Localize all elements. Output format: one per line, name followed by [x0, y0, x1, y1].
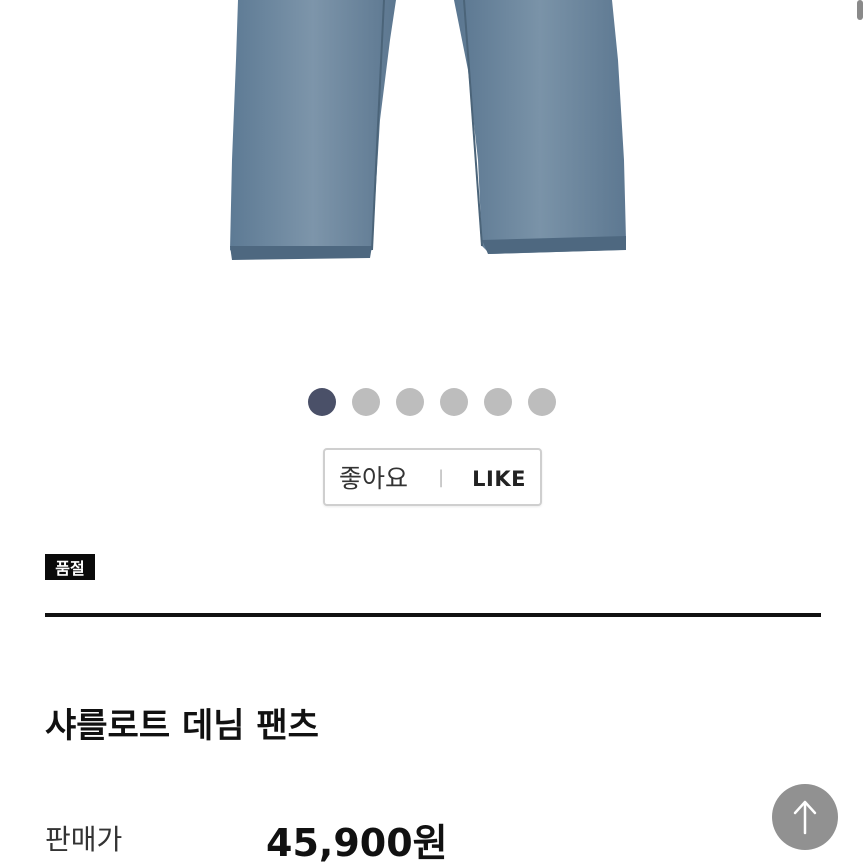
scroll-to-top-button[interactable] — [772, 784, 838, 850]
soldout-badge: 품절 — [45, 554, 95, 580]
gallery-dot-6[interactable] — [528, 388, 556, 416]
arrow-up-icon — [793, 800, 817, 835]
gallery-dot-5[interactable] — [484, 388, 512, 416]
gallery-dot-1[interactable] — [308, 388, 336, 416]
gallery-pagination — [308, 388, 556, 416]
scrollbar-thumb[interactable] — [857, 0, 863, 20]
like-button[interactable]: 좋아요 | LIKE — [323, 448, 542, 506]
price-label: 판매가 — [45, 823, 123, 856]
section-divider — [45, 613, 821, 617]
product-image[interactable] — [0, 0, 865, 370]
gallery-dot-2[interactable] — [352, 388, 380, 416]
gallery-dot-3[interactable] — [396, 388, 424, 416]
denim-pants-photo — [230, 0, 626, 260]
gallery-dot-4[interactable] — [440, 388, 468, 416]
like-label-english: LIKE — [472, 467, 526, 491]
like-separator: | — [438, 466, 445, 488]
product-title: 샤를로트 데님 팬츠 — [45, 706, 319, 746]
like-label-korean: 좋아요 — [339, 464, 409, 493]
price-value: 45,900원 — [266, 821, 448, 865]
